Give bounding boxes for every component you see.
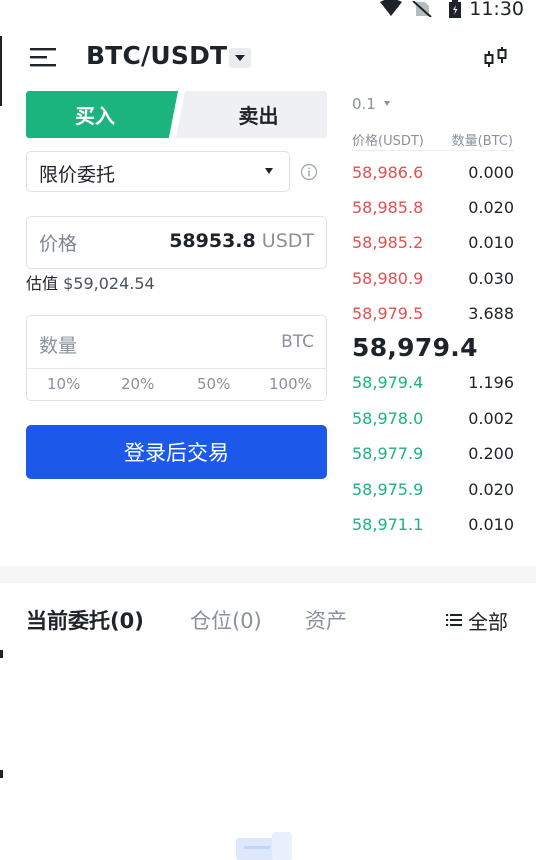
- ask-qty: 0.010: [468, 233, 514, 252]
- bid-price: 58,979.4: [352, 373, 424, 392]
- bid-row[interactable]: 58,978.0 0.002: [352, 409, 514, 433]
- divider: [352, 150, 514, 151]
- bid-price: 58,975.9: [352, 480, 424, 499]
- price-number: 58953.8: [169, 230, 256, 252]
- ask-row[interactable]: 58,985.8 0.020: [352, 198, 514, 222]
- pair-dropdown-button[interactable]: [229, 48, 251, 68]
- section-divider: [0, 566, 536, 583]
- no-sim-icon: [412, 1, 432, 17]
- edge-mark: [0, 650, 3, 658]
- bid-price: 58,978.0: [352, 409, 424, 428]
- status-bar: 11:30: [0, 0, 536, 28]
- list-icon: [446, 614, 462, 626]
- price-value: 58953.8 USDT: [169, 230, 314, 252]
- chevron-down-icon: [265, 168, 273, 174]
- bid-row[interactable]: 58,971.1 0.010: [352, 515, 514, 539]
- percent-10-button[interactable]: 10%: [47, 375, 80, 393]
- estimate-value: 估值 $59,024.54: [26, 270, 155, 294]
- quantity-unit: BTC: [281, 332, 314, 352]
- tab-buy[interactable]: 买入: [26, 91, 178, 138]
- tab-open-orders[interactable]: 当前委托(0): [26, 605, 144, 635]
- bid-qty: 0.010: [468, 515, 514, 534]
- percent-100-button[interactable]: 100%: [269, 375, 312, 393]
- order-type-select[interactable]: 限价委托: [26, 151, 290, 192]
- precision-select[interactable]: 0.1: [352, 95, 376, 113]
- bid-row[interactable]: 58,975.9 0.020: [352, 480, 514, 504]
- bid-qty: 0.200: [468, 444, 514, 463]
- bid-price: 58,977.9: [352, 444, 424, 463]
- ask-price: 58,986.6: [352, 163, 424, 182]
- bid-qty: 0.002: [468, 409, 514, 428]
- ask-qty: 0.020: [468, 198, 514, 217]
- menu-icon[interactable]: [30, 46, 56, 68]
- info-icon[interactable]: [300, 163, 318, 181]
- ask-qty: 0.000: [468, 163, 514, 182]
- ask-row[interactable]: 58,985.2 0.010: [352, 233, 514, 257]
- tab-sell[interactable]: 卖出: [176, 91, 327, 138]
- ask-row[interactable]: 58,979.5 3.688: [352, 304, 514, 328]
- tab-positions[interactable]: 仓位(0): [190, 605, 262, 635]
- wifi-icon: [380, 0, 402, 16]
- price-label: 价格: [39, 233, 78, 255]
- ask-qty: 0.030: [468, 269, 514, 288]
- estimate-amount: $59,024.54: [63, 274, 155, 293]
- ask-qty: 3.688: [468, 304, 514, 323]
- login-to-trade-button[interactable]: 登录后交易: [26, 425, 327, 479]
- ask-price: 58,985.8: [352, 198, 424, 217]
- ask-price: 58,985.2: [352, 233, 424, 252]
- ask-price: 58,979.5: [352, 304, 424, 323]
- filter-all-button[interactable]: 全部: [446, 607, 508, 634]
- empty-state-icon: [236, 832, 292, 860]
- order-type-value: 限价委托: [39, 164, 116, 186]
- estimate-label: 估值: [26, 274, 59, 293]
- status-time: 11:30: [469, 0, 524, 20]
- quantity-placeholder: 数量: [39, 335, 78, 357]
- edge-line: [0, 36, 2, 106]
- dropdown-caret-icon: [235, 55, 245, 61]
- chevron-down-icon: [384, 101, 390, 106]
- tab-buy-label: 买入: [75, 104, 115, 128]
- ask-row[interactable]: 58,980.9 0.030: [352, 269, 514, 293]
- battery-icon: [449, 0, 461, 18]
- percent-50-button[interactable]: 50%: [197, 375, 230, 393]
- filter-all-label: 全部: [468, 609, 508, 634]
- bid-row[interactable]: 58,977.9 0.200: [352, 444, 514, 468]
- bid-qty: 1.196: [468, 373, 514, 392]
- candlestick-chart-icon[interactable]: [482, 45, 510, 71]
- price-input[interactable]: 价格 58953.8 USDT: [26, 216, 327, 269]
- price-column-header: 价格(USDT): [352, 134, 424, 149]
- bid-price: 58,971.1: [352, 515, 424, 534]
- last-price: 58,979.4: [352, 333, 478, 362]
- bid-qty: 0.020: [468, 480, 514, 499]
- ask-row[interactable]: 58,986.6 0.000: [352, 163, 514, 187]
- ask-price: 58,980.9: [352, 269, 424, 288]
- qty-column-header: 数量(BTC): [451, 134, 513, 149]
- percent-20-button[interactable]: 20%: [121, 375, 154, 393]
- quantity-input[interactable]: 数量 BTC 10% 20% 50% 100%: [26, 315, 327, 401]
- trading-pair-title[interactable]: BTC/USDT: [86, 41, 227, 70]
- edge-mark: [0, 770, 3, 778]
- price-unit: USDT: [261, 230, 314, 252]
- tab-sell-label: 卖出: [238, 104, 279, 128]
- bid-row[interactable]: 58,979.4 1.196: [352, 373, 514, 397]
- tab-assets[interactable]: 资产: [305, 605, 347, 635]
- divider: [27, 368, 326, 369]
